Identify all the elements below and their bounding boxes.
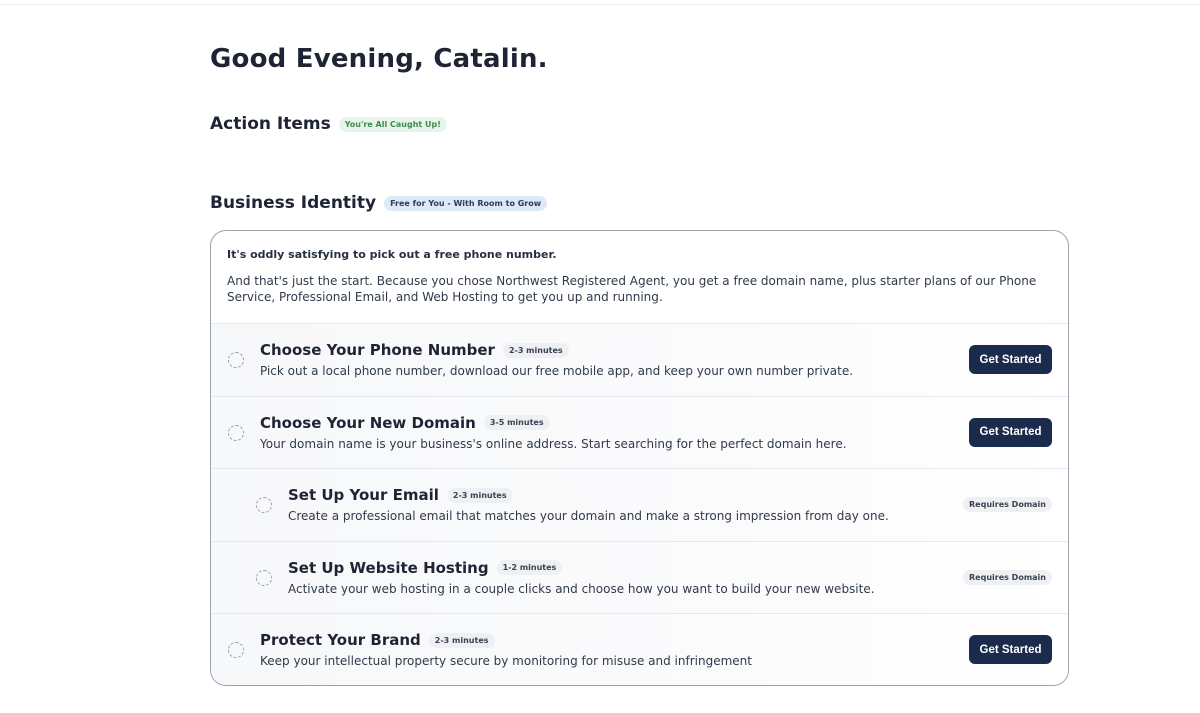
task-title-line: Protect Your Brand 2-3 minutes: [260, 631, 495, 649]
greeting-heading: Good Evening, Catalin.: [210, 44, 548, 74]
requires-domain-badge: Requires Domain: [963, 497, 1052, 512]
get-started-button[interactable]: Get Started: [969, 635, 1052, 664]
intro-body: And that's just the start. Because you c…: [227, 274, 1037, 304]
action-items-title: Action Items: [210, 114, 331, 134]
task-description: Keep your intellectual property secure b…: [260, 654, 752, 668]
task-description: Pick out a local phone number, download …: [260, 364, 854, 378]
task-title: Protect Your Brand: [260, 631, 421, 649]
time-estimate-badge: 1-2 minutes: [496, 560, 563, 575]
business-identity-header: Business Identity Free for You - With Ro…: [210, 193, 548, 213]
task-status-circle-icon[interactable]: [228, 642, 244, 658]
task-status-circle-icon: [256, 497, 272, 513]
caught-up-badge: You're All Caught Up!: [338, 116, 447, 132]
task-title: Set Up Website Hosting: [288, 558, 489, 577]
requires-domain-badge: Requires Domain: [963, 569, 1052, 585]
task-row-protect-brand: Protect Your Brand 2-3 minutes Keep your…: [211, 613, 1068, 685]
task-status-circle-icon: [256, 569, 272, 586]
task-row-email: Set Up Your Email 2-3 minutes Create a p…: [211, 468, 1068, 541]
dashboard-page: Good Evening, Catalin. Action Items You'…: [0, 0, 1200, 713]
task-description: Activate your web hosting in a couple cl…: [288, 581, 875, 596]
time-estimate-badge: 3-5 minutes: [483, 415, 550, 430]
task-title: Choose Your Phone Number: [260, 341, 495, 359]
time-estimate-badge: 2-3 minutes: [446, 487, 513, 503]
task-description: Create a professional email that matches…: [288, 509, 889, 523]
task-title-line: Choose Your Phone Number 2-3 minutes: [260, 341, 569, 359]
time-estimate-badge: 2-3 minutes: [502, 342, 569, 358]
card-intro: It's oddly satisfying to pick out a free…: [211, 231, 1068, 323]
business-identity-title: Business Identity: [210, 193, 377, 213]
task-title-line: Choose Your New Domain 3-5 minutes: [260, 414, 550, 432]
get-started-button[interactable]: Get Started: [969, 417, 1052, 447]
business-identity-card: It's oddly satisfying to pick out a free…: [210, 230, 1069, 686]
task-title-line: Set Up Your Email 2-3 minutes: [288, 486, 513, 504]
task-row-phone-number: Choose Your Phone Number 2-3 minutes Pic…: [211, 323, 1068, 396]
free-for-you-badge: Free for You - With Room to Grow: [384, 195, 548, 211]
get-started-button[interactable]: Get Started: [969, 345, 1052, 374]
task-title: Set Up Your Email: [288, 486, 439, 504]
task-title-line: Set Up Website Hosting 1-2 minutes: [288, 558, 563, 577]
time-estimate-badge: 2-3 minutes: [428, 632, 495, 648]
task-title: Choose Your New Domain: [260, 413, 476, 432]
intro-title: It's oddly satisfying to pick out a free…: [227, 248, 557, 261]
task-row-new-domain: Choose Your New Domain 3-5 minutes Your …: [211, 395, 1068, 468]
task-description: Your domain name is your business's onli…: [260, 436, 847, 451]
task-status-circle-icon[interactable]: [228, 352, 244, 368]
action-items-header: Action Items You're All Caught Up!: [210, 114, 447, 134]
task-row-website-hosting: Set Up Website Hosting 1-2 minutes Activ…: [211, 540, 1068, 613]
task-status-circle-icon[interactable]: [228, 424, 244, 441]
